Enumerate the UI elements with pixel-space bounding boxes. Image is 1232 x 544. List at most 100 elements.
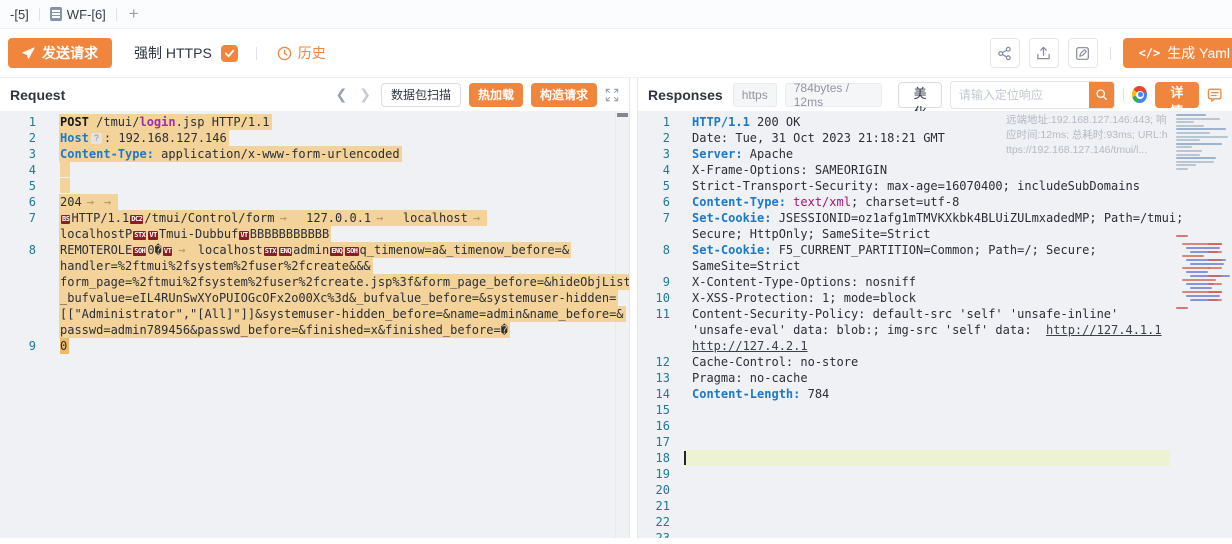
response-line[interactable]: 19 (638, 466, 1232, 482)
response-line[interactable]: 16 (638, 418, 1232, 434)
code-token: [["Administrator","[All]"]]&systemuser-h… (60, 307, 624, 321)
header-divider (1123, 88, 1124, 101)
response-line[interactable]: 22 (638, 514, 1232, 530)
code-token: Content-Type: (60, 147, 154, 161)
fullscreen-icon[interactable] (605, 88, 619, 102)
line-content: Set-Cookie: F5_CURRENT_PARTITION=Common;… (692, 242, 1097, 258)
request-line[interactable]: [["Administrator","[All]"]]&systemuser-h… (0, 306, 629, 322)
share-button[interactable] (990, 38, 1020, 68)
request-line[interactable]: form_page=%2ftmui%2fsystem%2fuser%2fcrea… (0, 274, 629, 290)
generate-yaml-button[interactable]: </> 生成 Yaml (1123, 38, 1232, 68)
tab-partial[interactable]: -[5] (0, 0, 39, 28)
tab-partial-label: -[5] (10, 7, 29, 22)
response-line[interactable]: 2Date: Tue, 31 Oct 2023 21:18:21 GMT (638, 130, 1232, 146)
request-line[interactable]: 3Content-Type: application/x-www-form-ur… (0, 146, 629, 162)
send-request-button[interactable]: 发送请求 (8, 38, 112, 68)
response-line[interactable]: 8Set-Cookie: F5_CURRENT_PARTITION=Common… (638, 242, 1232, 258)
request-line[interactable]: 90 (0, 338, 629, 354)
response-line[interactable]: 23 (638, 530, 1232, 538)
beautify-button[interactable]: 美化 (898, 82, 942, 108)
request-line[interactable]: 1POST /tmui/login.jsp HTTP/1.1 (0, 114, 629, 130)
history-label: 历史 (298, 43, 326, 63)
response-line[interactable]: 7Set-Cookie: JSESSIONID=oz1afg1mTMVKXkbk… (638, 210, 1232, 226)
tab-webfuzzer[interactable]: WF-[6] (40, 0, 116, 28)
line-number: 6 (638, 194, 678, 210)
hot-reload-button[interactable]: 热加载 (469, 83, 523, 107)
response-line[interactable]: 21 (638, 498, 1232, 514)
line-content: Content-Length: 784 (692, 386, 829, 402)
code-token: HTTP/1.1 (71, 211, 129, 225)
text-cursor (684, 451, 686, 465)
response-editor[interactable]: 远端地址:192.168.127.146:443; 响应时间:12ms; 总耗时… (638, 111, 1232, 538)
request-line[interactable]: _bufvalue=eIL4RUnSwXYoPUIOGcOFx2o00Xc%3d… (0, 290, 629, 306)
code-token: 0 (60, 339, 67, 353)
add-tab-button[interactable]: + (117, 4, 151, 24)
code-token: X-Content-Type-Options: nosniff (692, 275, 916, 289)
line-content: Set-Cookie: JSESSIONID=oz1afg1mTMVKXkbk4… (692, 210, 1183, 226)
line-number: 15 (638, 402, 678, 418)
construct-request-button[interactable]: 构造请求 (531, 83, 597, 107)
response-line[interactable]: 3Server: Apache (638, 146, 1232, 162)
response-line[interactable]: http://127.4.2.1 (638, 338, 1232, 354)
line-content: Strict-Transport-Security: max-age=16070… (692, 178, 1140, 194)
details-button[interactable]: 详情 (1155, 82, 1199, 108)
request-line[interactable]: localhostPSTXVTTmui-DubbufVTBBBBBBBBBBB (0, 226, 629, 242)
response-line[interactable]: 15 (638, 402, 1232, 418)
response-line[interactable]: 18 (638, 450, 1232, 466)
response-line[interactable]: 4X-Frame-Options: SAMEORIGIN (638, 162, 1232, 178)
comment-icon[interactable] (1207, 86, 1222, 103)
request-line[interactable]: passwd=admin789456&passwd_before=&finish… (0, 322, 629, 338)
response-line[interactable]: 10X-XSS-Protection: 1; mode=block (638, 290, 1232, 306)
line-content: HTTP/1.1 200 OK (692, 114, 800, 130)
request-line[interactable]: 2Host?: 192.168.127.146 (0, 130, 629, 146)
next-request-button[interactable]: ❯ (357, 87, 373, 103)
panel-resize-handle[interactable] (630, 78, 637, 538)
open-in-browser-button[interactable] (1132, 86, 1147, 103)
request-line[interactable]: 7BSHTTP/1.1DC2/tmui/Control/form→ 127.0.… (0, 210, 629, 226)
edit-button[interactable] (1068, 38, 1098, 68)
response-line[interactable]: Secure; HttpOnly; SameSite=Strict (638, 226, 1232, 242)
line-number: 16 (638, 418, 678, 434)
request-line[interactable]: handler=%2ftmui%2fsystem%2fuser%2fcreate… (0, 258, 629, 274)
response-panel-header: Responses https 784bytes / 12ms 美化 请输入定位… (638, 78, 1232, 111)
response-line[interactable]: 12Cache-Control: no-store (638, 354, 1232, 370)
response-line[interactable]: 14Content-Length: 784 (638, 386, 1232, 402)
request-line[interactable]: 8REMOTEROLESOH0�VT→ localhostSTXENQadmin… (0, 242, 629, 258)
code-token: REMOTEROLE (60, 243, 132, 257)
request-panel-header: Request ❮ ❯ 数据包扫描 热加载 构造请求 (0, 78, 629, 111)
code-token: Server: (692, 147, 743, 161)
request-line[interactable]: 5 (0, 178, 629, 194)
export-button[interactable] (1029, 38, 1059, 68)
code-token: F5_CURRENT_PARTITION=Common; Path=/; Sec… (771, 243, 1096, 257)
tab-arrow: → (99, 195, 116, 209)
search-button[interactable] (1089, 82, 1114, 108)
line-content: 'unsafe-eval' data: blob:; img-src 'self… (692, 322, 1162, 338)
history-button[interactable]: 历史 (277, 43, 326, 63)
response-line[interactable]: 6Content-Type: text/xml; charset=utf-8 (638, 194, 1232, 210)
code-token: application/x-www-form-urlencoded (154, 147, 400, 161)
force-https-checkbox[interactable] (221, 45, 238, 62)
response-line[interactable]: 20 (638, 482, 1232, 498)
line-number: 3 (638, 146, 678, 162)
search-input[interactable]: 请输入定位响应 (951, 86, 1089, 103)
response-line[interactable]: 5Strict-Transport-Security: max-age=1607… (638, 178, 1232, 194)
request-line[interactable]: 6204→→ (0, 194, 629, 210)
header-hint-chip: ? (91, 133, 102, 144)
code-token: login (139, 115, 175, 129)
line-number: 22 (638, 514, 678, 530)
code-token: Pragma: no-cache (692, 371, 808, 385)
packet-scan-button[interactable]: 数据包扫描 (381, 83, 461, 107)
request-line[interactable]: 4 (0, 162, 629, 178)
line-number (0, 306, 46, 322)
response-line[interactable]: 'unsafe-eval' data: blob:; img-src 'self… (638, 322, 1232, 338)
response-line[interactable]: 11Content-Security-Policy: default-src '… (638, 306, 1232, 322)
line-content: http://127.4.2.1 (692, 338, 808, 354)
response-line[interactable]: 1HTTP/1.1 200 OK (638, 114, 1232, 130)
request-editor[interactable]: 1POST /tmui/login.jsp HTTP/1.12Host?: 19… (0, 111, 629, 538)
tab-arrow: → (468, 211, 485, 225)
response-line[interactable]: 17 (638, 434, 1232, 450)
response-line[interactable]: 9X-Content-Type-Options: nosniff (638, 274, 1232, 290)
response-line[interactable]: 13Pragma: no-cache (638, 370, 1232, 386)
response-line[interactable]: SameSite=Strict (638, 258, 1232, 274)
prev-request-button[interactable]: ❮ (333, 87, 349, 103)
